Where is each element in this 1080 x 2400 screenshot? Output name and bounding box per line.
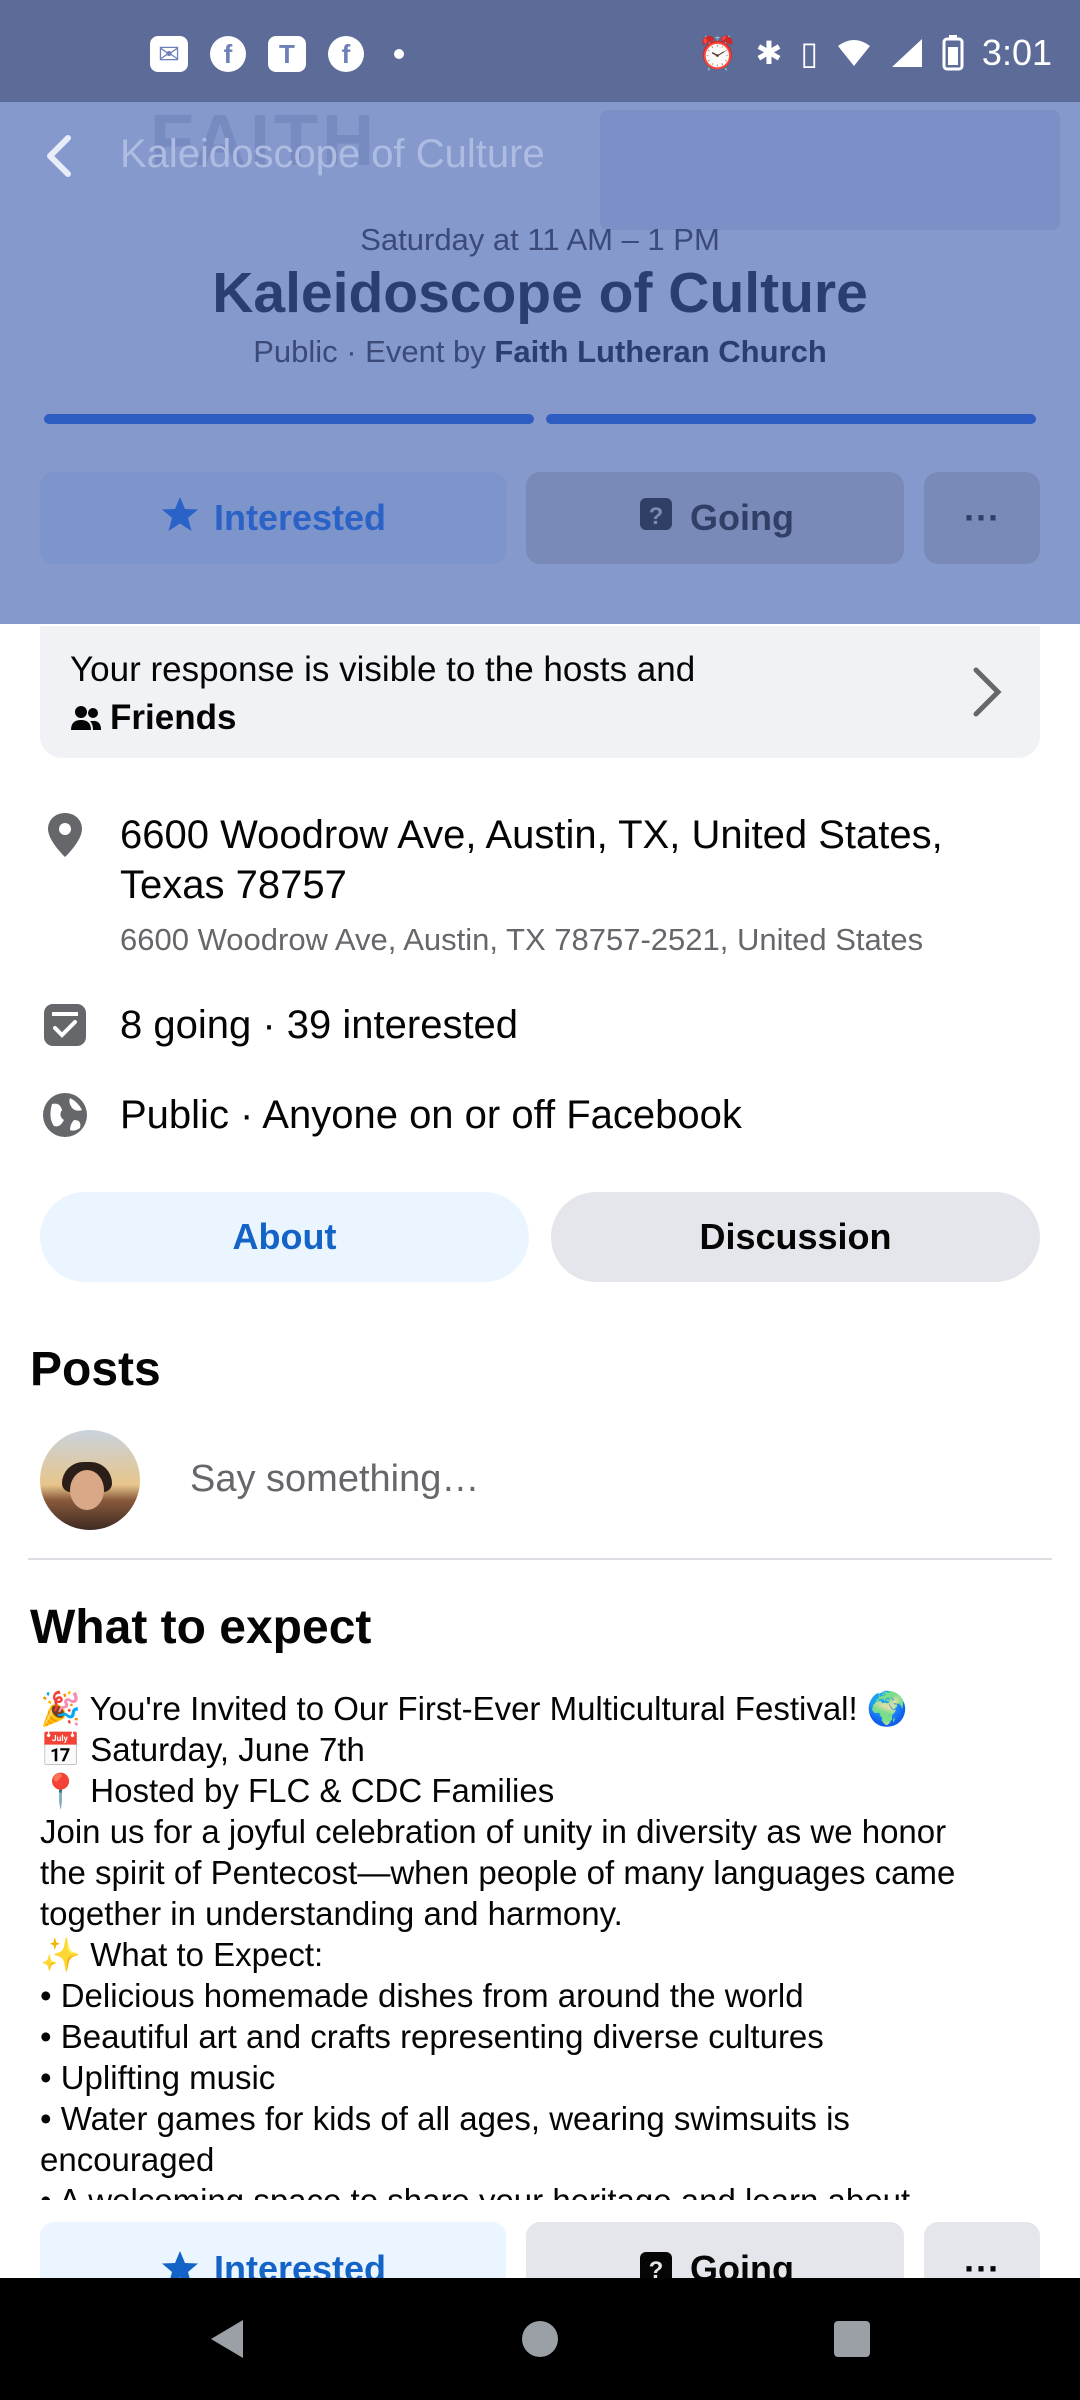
description-line: ✨ What to Expect:	[40, 1936, 324, 1973]
globe-icon	[43, 1093, 87, 1137]
story-progress	[44, 414, 1036, 424]
location-pin-icon	[48, 813, 82, 857]
tab-about[interactable]: About	[40, 1192, 529, 1282]
description-line: 📍 Hosted by FLC & CDC Families	[40, 1772, 555, 1809]
nav-home-icon[interactable]	[515, 2314, 565, 2364]
bluetooth-icon: ✱	[755, 35, 783, 71]
event-visibility-text: Public · Event by	[253, 334, 495, 369]
notification-icons: ✉ f T f	[150, 36, 404, 72]
privacy-row: Public · Anyone on or off Facebook	[40, 1090, 1040, 1142]
story-progress-segment	[44, 414, 534, 424]
teams-icon: T	[268, 36, 306, 72]
avatar-face	[70, 1470, 104, 1510]
location-row[interactable]: 6600 Woodrow Ave, Austin, TX, United Sta…	[40, 810, 1040, 970]
description-line: 🎉 You're Invited to Our First-Ever Multi…	[40, 1690, 908, 1727]
event-tabs: About Discussion	[40, 1192, 1040, 1282]
location-address-line2: Texas 78757	[120, 863, 347, 907]
response-audience-label: Friends	[110, 698, 237, 737]
status-bar: ✉ f T f ⏰ ✱ ▯ 3:01	[0, 0, 1080, 102]
description-line: • A welcoming space to share your herita…	[40, 2180, 1050, 2200]
more-options-button[interactable]: ···	[924, 472, 1040, 564]
privacy-text: Public · Anyone on or off Facebook	[120, 1093, 742, 1137]
clock-time: 3:01	[981, 32, 1052, 73]
alarm-icon: ⏰	[697, 35, 738, 71]
response-visibility-card[interactable]: Your response is visible to the hosts an…	[40, 626, 1040, 758]
event-header-overlay: FAITH ✉ f T f ⏰ ✱ ▯ 3:01 Kaleidoscope of…	[0, 0, 1080, 624]
event-action-bar: Interested ? Going ···	[40, 472, 1040, 564]
description-line: 📅 Saturday, June 7th	[40, 1731, 365, 1768]
attendance-count: 8 going · 39 interested	[120, 1003, 519, 1047]
interested-button[interactable]: Interested	[40, 472, 506, 564]
facebook-icon: f	[328, 36, 364, 72]
svg-text:?: ?	[649, 503, 664, 530]
interested-label: Interested	[213, 497, 387, 538]
attendance-row[interactable]: 8 going · 39 interested	[40, 1000, 1040, 1052]
top-app-bar: Kaleidoscope of Culture	[0, 102, 1080, 212]
description-line: the spirit of Pentecost—when people of m…	[40, 1854, 956, 1891]
signal-icon	[891, 39, 922, 67]
nav-back-icon[interactable]	[203, 2314, 253, 2364]
calendar-check-icon	[44, 1004, 86, 1046]
event-description: 🎉 You're Invited to Our First-Ever Multi…	[40, 1688, 1050, 2200]
description-line: together in understanding and harmony.	[40, 1895, 623, 1932]
system-icons: ⏰ ✱ ▯ 3:01	[698, 32, 1052, 74]
wifi-icon	[837, 40, 870, 66]
avatar[interactable]	[40, 1430, 140, 1530]
description-line: encouraged	[40, 2141, 215, 2178]
response-audience: Friends	[70, 698, 236, 738]
back-button[interactable]	[30, 124, 90, 188]
location-full-address: 6600 Woodrow Ave, Austin, TX 78757-2521,…	[120, 922, 924, 957]
star-icon	[160, 494, 200, 543]
top-bar-title: Kaleidoscope of Culture	[120, 132, 545, 176]
going-button[interactable]: ? Going	[526, 472, 904, 564]
divider	[28, 1558, 1052, 1560]
event-host-link[interactable]: Faith Lutheran Church	[494, 334, 826, 369]
event-date: Saturday at 11 AM – 1 PM	[360, 222, 720, 257]
event-subtitle: Public · Event by Faith Lutheran Church	[0, 334, 1080, 370]
story-progress-segment	[546, 414, 1036, 424]
post-composer-input[interactable]: Say something…	[190, 1458, 479, 1501]
description-line: • Beautiful art and crafts representing …	[40, 2018, 824, 2055]
nav-recents-icon[interactable]	[827, 2314, 877, 2364]
description-line: • Uplifting music	[40, 2059, 276, 2096]
tab-discussion[interactable]: Discussion	[551, 1192, 1040, 1282]
event-title: Kaleidoscope of Culture	[212, 261, 868, 325]
location-address-line1: 6600 Woodrow Ave, Austin, TX, United Sta…	[120, 813, 943, 857]
friends-icon	[71, 706, 101, 730]
dot-icon	[394, 49, 404, 59]
what-to-expect-heading: What to expect	[30, 1601, 372, 1654]
system-navigation-bar	[0, 2278, 1080, 2400]
question-calendar-icon: ?	[636, 494, 676, 543]
back-arrow-icon	[47, 135, 71, 177]
description-line: • Water games for kids of all ages, wear…	[40, 2100, 850, 2137]
chevron-right-icon	[973, 667, 1002, 717]
facebook-icon: f	[210, 36, 246, 72]
posts-heading: Posts	[30, 1343, 161, 1396]
chat-bubble-icon: ✉	[150, 36, 188, 72]
going-label: Going	[690, 497, 794, 538]
vibrate-icon: ▯	[800, 35, 818, 71]
description-line: • Delicious homemade dishes from around …	[40, 1977, 804, 2014]
response-visibility-text: Your response is visible to the hosts an…	[70, 650, 696, 689]
description-line: Join us for a joyful celebration of unit…	[40, 1813, 947, 1850]
battery-icon	[942, 35, 964, 71]
